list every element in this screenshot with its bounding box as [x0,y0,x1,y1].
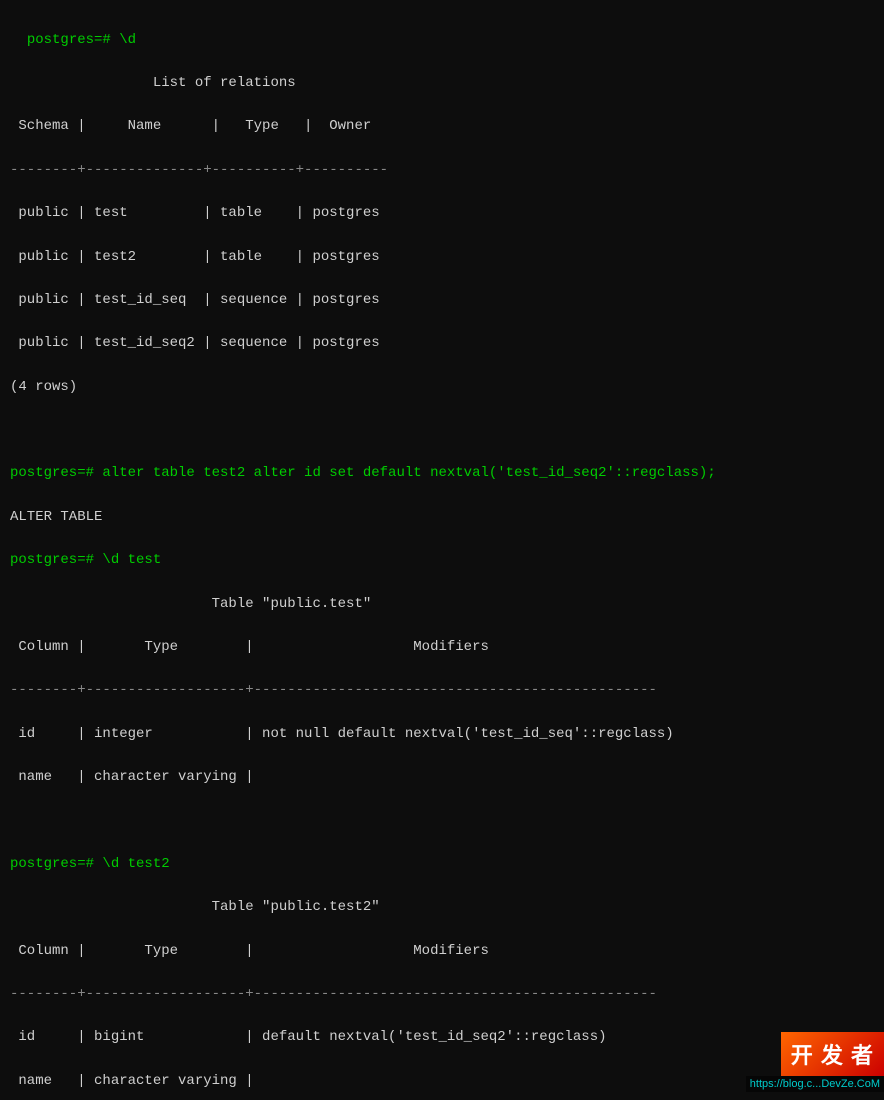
table-row-name-2: name | character varying | [10,1073,254,1089]
prompt-line-1: postgres=# \d [27,32,136,48]
table-row-id-1: id | integer | not null default nextval(… [10,726,674,742]
column-header-2: Column | Type | Modifiers [10,943,657,959]
table-row-name-1: name | character varying | [10,769,254,785]
watermark: 开 发 者 https://blog.c...DevZe.CoM [746,1032,884,1092]
alter-table: ALTER TABLE [10,509,102,525]
terminal-output: postgres=# \d List of relations Schema |… [0,0,884,1100]
watermark-url: https://blog.c...DevZe.CoM [746,1076,884,1092]
output-line-5: public | test_id_seq | sequence | postgr… [10,292,388,308]
separator-1: --------+--------------+----------+-----… [10,162,388,178]
output-line-7: (4 rows) [10,379,77,395]
output-line-1: List of relations [10,75,296,91]
prompt-line-4: postgres=# \d test2 [10,856,170,872]
table-header-2: Table "public.test2" [10,899,380,915]
separator-2: --------+-------------------+-----------… [10,682,657,698]
table-header-1: Table "public.test" [10,596,371,612]
prompt-line-3: postgres=# \d test [10,552,161,568]
separator-3: --------+-------------------+-----------… [10,986,657,1002]
column-header-1: Column | Type | Modifiers [10,639,657,655]
table-row-id-2: id | bigint | default nextval('test_id_s… [10,1029,607,1045]
prompt-line-2: postgres=# alter table test2 alter id se… [10,465,716,481]
output-line-4: public | test2 | table | postgres [10,249,388,265]
output-line-2: Schema | Name | Type | Owner [10,118,396,134]
output-line-3: public | test | table | postgres [10,205,388,221]
watermark-badge: 开 发 者 [781,1032,884,1076]
output-line-6: public | test_id_seq2 | sequence | postg… [10,335,388,351]
